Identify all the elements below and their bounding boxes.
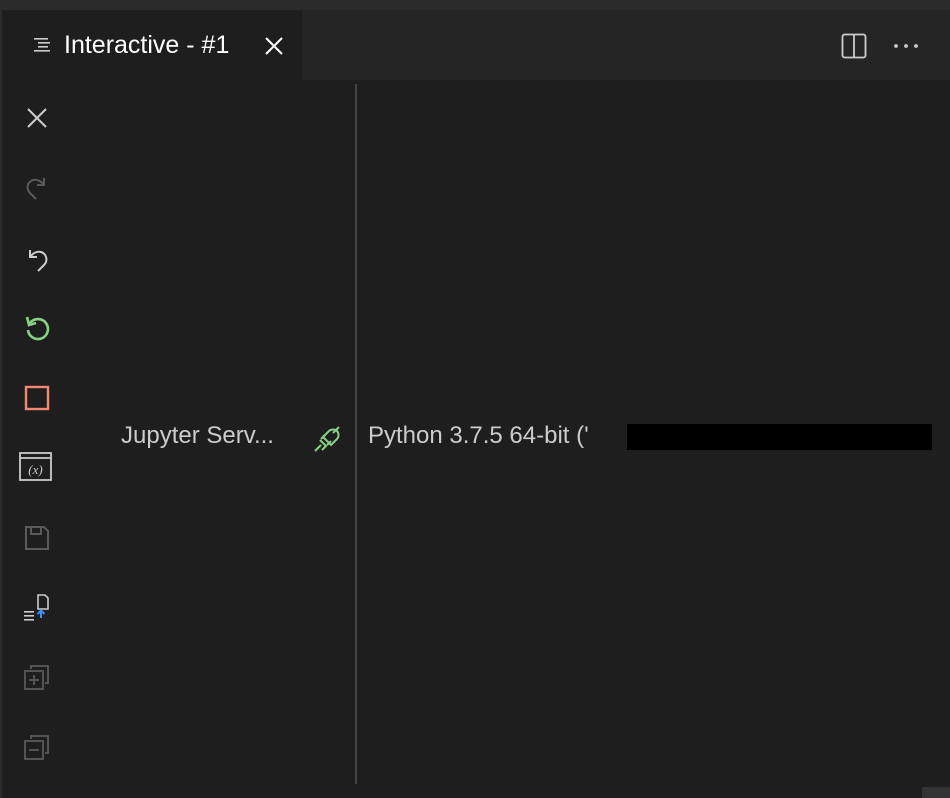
restart-kernel-icon[interactable] [20, 311, 54, 345]
more-actions-icon[interactable] [892, 32, 920, 60]
clear-all-icon[interactable] [20, 101, 54, 135]
variables-icon[interactable]: (x) [18, 450, 54, 484]
collapse-all-icon[interactable] [20, 731, 54, 765]
split-editor-icon[interactable] [840, 32, 868, 60]
jupyter-server-label[interactable]: Jupyter Serv... [121, 420, 274, 452]
title-strip [0, 0, 950, 10]
interactive-window: Interactive - #1 (x) Jupyter Serv... Pyt… [0, 0, 950, 798]
svg-text:(x): (x) [28, 462, 42, 477]
list-icon [32, 34, 54, 56]
interactive-toolbar: (x) [2, 80, 72, 798]
scrollbar-corner [922, 787, 950, 798]
tab-bar: Interactive - #1 [2, 10, 950, 80]
save-icon[interactable] [20, 521, 54, 555]
kernel-picker-label[interactable]: Python 3.7.5 64-bit (' [368, 420, 589, 452]
panel-divider[interactable] [355, 84, 357, 784]
redacted-text [627, 424, 932, 450]
tab-interactive[interactable]: Interactive - #1 [2, 10, 302, 80]
export-icon[interactable] [20, 591, 54, 625]
connected-plug-icon[interactable] [312, 424, 342, 454]
tab-label: Interactive - #1 [64, 31, 230, 59]
close-icon[interactable] [262, 34, 286, 58]
interrupt-kernel-icon[interactable] [20, 381, 54, 415]
undo-icon[interactable] [20, 241, 54, 275]
expand-all-icon[interactable] [20, 661, 54, 695]
redo-icon[interactable] [20, 171, 54, 205]
